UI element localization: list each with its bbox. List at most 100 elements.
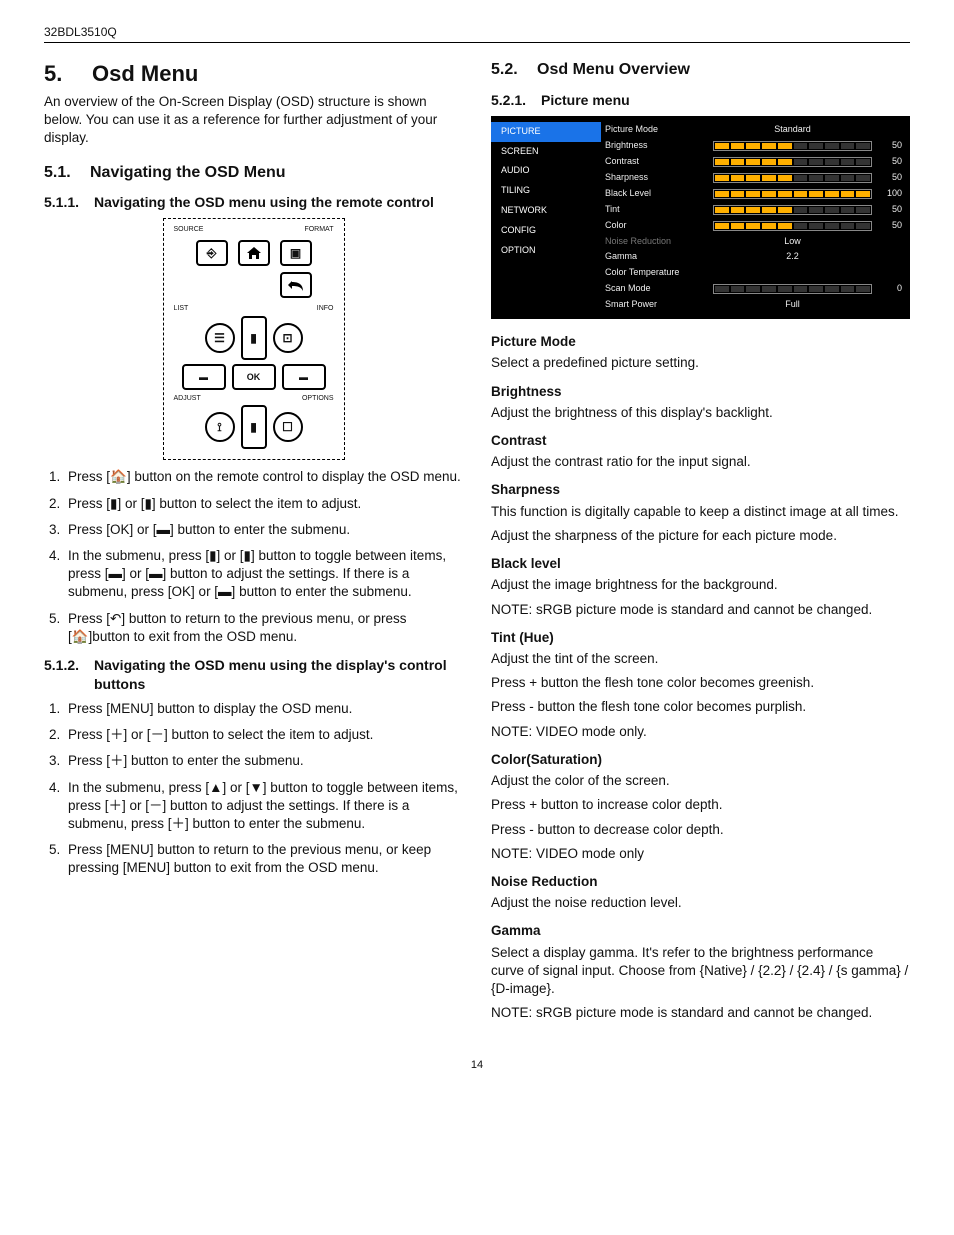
content-columns: 5. Osd Menu An overview of the On-Screen…	[44, 53, 910, 1028]
remote-adjust-btn: ⟟	[205, 412, 235, 442]
setting-desc-text: Adjust the noise reduction level.	[491, 894, 910, 912]
page-number: 14	[44, 1058, 910, 1073]
heading-5-1-2: 5.1.2. Navigating the OSD menu using the…	[44, 656, 463, 694]
remote-diagram: SOURCE FORMAT ⎆ ▣	[44, 218, 463, 460]
setting-desc-text: Press - button the flesh tone color beco…	[491, 698, 910, 716]
setting-desc-text: Adjust the sharpness of the picture for …	[491, 527, 910, 545]
osd-slider-value: 50	[878, 173, 902, 183]
remote-step-2: Press [▮] or [▮] button to select the it…	[64, 495, 463, 513]
osd-settings-panel: Picture ModeStandard Brightness50Contras…	[601, 116, 910, 319]
osd-nav-panel: PICTURESCREENAUDIOTILINGNETWORKCONFIGOPT…	[491, 116, 601, 319]
osd-setting-label: Color Temperature	[605, 268, 707, 278]
display-step-4: In the submenu, press [▲] or [▼] button …	[64, 779, 463, 834]
heading-5-1-1: 5.1.1. Navigating the OSD menu using the…	[44, 193, 463, 212]
remote-list-btn: ☰	[205, 323, 235, 353]
heading-5-num: 5.	[44, 59, 68, 89]
setting-desc-text: Select a display gamma. It's refer to th…	[491, 944, 910, 999]
remote-options-btn: ☐	[273, 412, 303, 442]
setting-desc-text: Press - button to decrease color depth.	[491, 821, 910, 839]
setting-desc-text: Select a predefined picture setting.	[491, 354, 910, 372]
remote-label-info: INFO	[317, 304, 334, 313]
setting-desc-text: NOTE: sRGB picture mode is standard and …	[491, 1004, 910, 1022]
header-model: 32BDL3510Q	[44, 24, 910, 43]
heading-5-1-1-title: Navigating the OSD menu using the remote…	[94, 193, 463, 212]
osd-setting-label: Scan Mode	[605, 284, 707, 294]
section-5-intro: An overview of the On-Screen Display (OS…	[44, 93, 463, 148]
osd-setting-value: Standard	[713, 125, 872, 135]
osd-slider-value: 100	[878, 189, 902, 199]
setting-desc-heading: Picture Mode	[491, 333, 910, 351]
remote-step-5: Press [↶] button to return to the previo…	[64, 610, 463, 646]
setting-desc-text: Adjust the color of the screen.	[491, 772, 910, 790]
osd-screenshot: PICTURESCREENAUDIOTILINGNETWORKCONFIGOPT…	[491, 116, 910, 319]
right-column: 5.2. Osd Menu Overview 5.2.1. Picture me…	[491, 53, 910, 1028]
display-steps-list: Press [MENU] button to display the OSD m…	[44, 700, 463, 878]
osd-setting-label: Sharpness	[605, 173, 707, 183]
remote-label-list: LIST	[174, 304, 189, 313]
setting-desc-heading: Brightness	[491, 383, 910, 401]
heading-5-2-1: 5.2.1. Picture menu	[491, 91, 910, 110]
osd-slider	[713, 173, 872, 183]
setting-desc-text: NOTE: VIDEO mode only	[491, 845, 910, 863]
osd-setting-row: Picture Mode Standard	[605, 122, 902, 138]
heading-5-2-1-num: 5.2.1.	[491, 91, 527, 110]
osd-setting-row: Smart PowerFull	[605, 297, 902, 313]
osd-setting-label: Gamma	[605, 252, 707, 262]
setting-desc-heading: Gamma	[491, 922, 910, 940]
osd-slider-value: 50	[878, 205, 902, 215]
setting-desc-text: Adjust the tint of the screen.	[491, 650, 910, 668]
osd-nav-item: PICTURE	[491, 122, 601, 142]
osd-slider	[713, 141, 872, 151]
heading-5-1: 5.1. Navigating the OSD Menu	[44, 162, 463, 184]
heading-5-title: Osd Menu	[92, 59, 198, 89]
osd-nav-item: NETWORK	[491, 201, 601, 221]
setting-desc-text: Adjust the contrast ratio for the input …	[491, 453, 910, 471]
remote-info-btn: ⊡	[273, 323, 303, 353]
remote-down-btn: ▮	[241, 405, 267, 449]
osd-setting-row: Gamma 2.2	[605, 249, 902, 265]
osd-slider-value: 50	[878, 157, 902, 167]
osd-setting-label: Color	[605, 221, 707, 231]
display-step-1: Press [MENU] button to display the OSD m…	[64, 700, 463, 718]
left-column: 5. Osd Menu An overview of the On-Screen…	[44, 53, 463, 1028]
osd-nav-item: CONFIG	[491, 221, 601, 241]
osd-setting-row: Color 50	[605, 218, 902, 234]
remote-label-options: OPTIONS	[302, 394, 334, 403]
osd-setting-row: Black Level 100	[605, 186, 902, 202]
heading-5-1-1-num: 5.1.1.	[44, 193, 80, 212]
display-step-2: Press [＋] or [－] button to select the it…	[64, 726, 463, 744]
osd-slider-value: 0	[878, 284, 902, 294]
remote-left-btn: ▬	[182, 364, 226, 390]
osd-setting-label: Brightness	[605, 141, 707, 151]
remote-label-format: FORMAT	[304, 225, 333, 234]
osd-setting-value: Low	[713, 237, 872, 247]
osd-setting-value: 2.2	[713, 252, 872, 262]
osd-slider	[713, 157, 872, 167]
setting-desc-text: Press + button to increase color depth.	[491, 796, 910, 814]
setting-desc-text: Press + button the flesh tone color beco…	[491, 674, 910, 692]
osd-nav-item: TILING	[491, 181, 601, 201]
setting-desc-heading: Noise Reduction	[491, 873, 910, 891]
osd-setting-label: Picture Mode	[605, 125, 707, 135]
osd-setting-label: Tint	[605, 205, 707, 215]
osd-slider	[713, 284, 872, 294]
osd-slider-value: 50	[878, 141, 902, 151]
setting-desc-heading: Sharpness	[491, 481, 910, 499]
setting-desc-text: NOTE: sRGB picture mode is standard and …	[491, 601, 910, 619]
heading-5-2-title: Osd Menu Overview	[537, 59, 690, 81]
setting-desc-heading: Tint (Hue)	[491, 629, 910, 647]
home-icon	[247, 247, 261, 259]
osd-slider-value: 50	[878, 221, 902, 231]
osd-slider	[713, 189, 872, 199]
display-step-5: Press [MENU] button to return to the pre…	[64, 841, 463, 877]
remote-source-btn: ⎆	[196, 240, 228, 266]
setting-desc-heading: Black level	[491, 555, 910, 573]
osd-setting-row: Tint 50	[605, 202, 902, 218]
osd-setting-row: Color Temperature	[605, 265, 902, 281]
remote-ok-btn: OK	[232, 364, 276, 390]
remote-step-3: Press [OK] or [▬] button to enter the su…	[64, 521, 463, 539]
osd-setting-label: Black Level	[605, 189, 707, 199]
osd-setting-value: Full	[713, 300, 872, 310]
display-step-3: Press [＋] button to enter the submenu.	[64, 752, 463, 770]
setting-desc-heading: Contrast	[491, 432, 910, 450]
